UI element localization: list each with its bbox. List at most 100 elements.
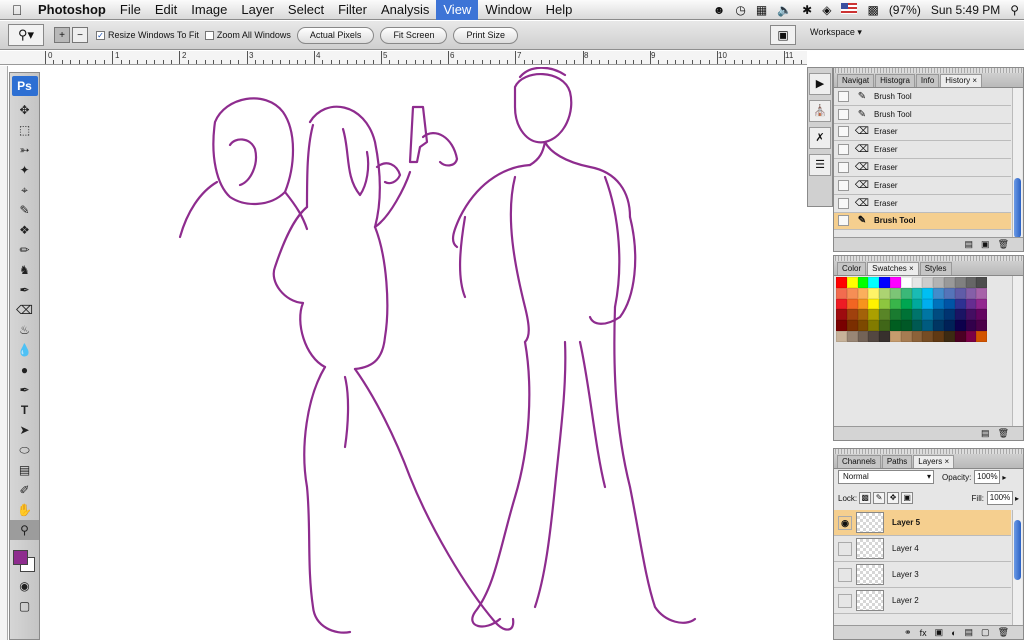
menu-layer[interactable]: Layer	[234, 0, 281, 20]
tab-channels[interactable]: Channels	[837, 455, 881, 468]
color-swatch[interactable]	[857, 320, 869, 331]
resize-windows-checkbox[interactable]: ✓ Resize Windows To Fit	[96, 30, 199, 40]
lasso-tool-icon[interactable]: ➳	[10, 140, 39, 160]
type-tool-icon[interactable]: T	[10, 400, 39, 420]
trash-icon[interactable]: 🗑	[998, 627, 1009, 638]
history-item[interactable]: ⌫ Eraser	[834, 159, 1011, 177]
tab-navigator[interactable]: Navigat	[837, 74, 875, 87]
history-item[interactable]: ✎ Brush Tool	[834, 212, 1011, 231]
color-swatch[interactable]	[889, 287, 901, 299]
color-swatch[interactable]	[857, 330, 869, 342]
color-swatch[interactable]	[836, 330, 847, 342]
color-swatch[interactable]	[889, 298, 901, 310]
eraser-tool-icon[interactable]: ⌫	[10, 300, 39, 320]
panel-grip[interactable]	[834, 449, 1023, 454]
color-swatch[interactable]	[836, 277, 847, 288]
link-layers-icon[interactable]: ⚭	[904, 627, 912, 638]
lock-position-icon[interactable]: ✥	[887, 492, 900, 504]
workspace-menu[interactable]: Workspace ▾	[810, 27, 862, 38]
menu-analysis[interactable]: Analysis	[374, 0, 436, 20]
menu-view[interactable]: View	[436, 0, 479, 20]
history-checkbox[interactable]	[838, 197, 849, 209]
clone-stamp-tool-icon[interactable]: ♞	[10, 260, 39, 280]
bluetooth-icon[interactable]: ✱	[797, 3, 817, 17]
color-swatch[interactable]	[943, 298, 955, 310]
layer-name[interactable]: Layer 2	[892, 596, 919, 605]
zoom-out-icon[interactable]: −	[72, 27, 88, 43]
color-swatch[interactable]	[933, 277, 944, 288]
color-swatch[interactable]	[954, 320, 966, 331]
color-swatch[interactable]	[879, 309, 890, 321]
zoom-tool-icon[interactable]: ⚲	[10, 520, 39, 540]
fill-input[interactable]: 100%	[986, 491, 1013, 505]
lock-transparency-icon[interactable]: ▩	[859, 492, 872, 504]
color-swatch[interactable]	[900, 277, 912, 288]
eyedropper-tool-icon[interactable]: ✐	[10, 480, 39, 500]
layer-mask-icon[interactable]: ▣	[935, 627, 944, 638]
color-swatch[interactable]	[933, 298, 944, 310]
new-group-icon[interactable]: ▤	[965, 627, 974, 638]
color-swatch[interactable]	[976, 298, 988, 310]
pen-tool-icon[interactable]: ✒	[10, 380, 39, 400]
color-swatch[interactable]	[911, 330, 923, 342]
color-swatch[interactable]	[954, 298, 966, 310]
menu-select[interactable]: Select	[281, 0, 331, 20]
color-swatch[interactable]	[836, 287, 847, 299]
color-swatch[interactable]	[846, 298, 858, 310]
fx-icon[interactable]: fx	[920, 628, 927, 638]
scrollbar-thumb[interactable]	[1014, 178, 1021, 238]
color-swatch[interactable]	[911, 277, 923, 288]
color-swatch[interactable]	[868, 330, 880, 342]
screen-mode-icon[interactable]: ▢	[10, 596, 39, 616]
scrollbar-thumb[interactable]	[1014, 520, 1021, 580]
history-scrollbar[interactable]	[1012, 88, 1022, 238]
fill-arrow-icon[interactable]: ▸	[1015, 494, 1019, 503]
panel-grip[interactable]	[834, 68, 1023, 73]
color-swatch[interactable]	[868, 298, 880, 310]
trash-icon[interactable]: 🗑	[998, 428, 1009, 439]
history-item[interactable]: ✎ Brush Tool	[834, 88, 1011, 106]
menu-window[interactable]: Window	[478, 0, 538, 20]
color-swatch[interactable]	[922, 330, 934, 342]
color-swatch[interactable]	[846, 287, 858, 299]
menu-help[interactable]: Help	[539, 0, 580, 20]
menu-image[interactable]: Image	[184, 0, 234, 20]
color-swatch[interactable]	[889, 277, 901, 288]
print-size-button[interactable]: Print Size	[453, 26, 518, 44]
time-machine-icon[interactable]: ◷	[730, 3, 750, 17]
color-swatch[interactable]	[889, 309, 901, 321]
color-swatch[interactable]	[879, 320, 890, 331]
layer-name[interactable]: Layer 3	[892, 570, 919, 579]
dodge-tool-icon[interactable]: ●	[10, 360, 39, 380]
history-item[interactable]: ✎ Brush Tool	[834, 106, 1011, 124]
color-swatch[interactable]	[965, 320, 977, 331]
menu-file[interactable]: File	[113, 0, 148, 20]
color-swatch[interactable]	[879, 298, 890, 310]
color-swatch[interactable]	[965, 330, 977, 342]
tab-history[interactable]: History ×	[940, 74, 983, 87]
foreground-color-swatch[interactable]	[13, 550, 28, 565]
color-swatch[interactable]	[976, 287, 988, 299]
color-swatch[interactable]	[868, 309, 880, 321]
color-swatch[interactable]	[922, 298, 934, 310]
marquee-tool-icon[interactable]: ⬚	[10, 120, 39, 140]
visibility-eye-icon[interactable]	[838, 541, 852, 556]
color-swatch[interactable]	[943, 277, 955, 288]
color-swatch[interactable]	[846, 330, 858, 342]
color-swatch[interactable]	[954, 287, 966, 299]
color-swatch[interactable]	[900, 298, 912, 310]
tab-swatches[interactable]: Swatches ×	[867, 262, 919, 275]
apple-icon[interactable]: 	[0, 2, 34, 18]
color-swatch[interactable]	[836, 320, 847, 331]
layer-name[interactable]: Layer 4	[892, 544, 919, 553]
history-checkbox[interactable]	[838, 144, 849, 156]
new-snapshot-icon[interactable]: ▣	[981, 239, 990, 250]
layer-name[interactable]: Layer 5	[892, 518, 920, 527]
hand-tool-icon[interactable]: ✋	[10, 500, 39, 520]
wifi-icon[interactable]: ◈	[817, 3, 836, 17]
flag-icon[interactable]	[836, 3, 862, 17]
menu-filter[interactable]: Filter	[331, 0, 374, 20]
color-swatch[interactable]	[900, 309, 912, 321]
visibility-eye-icon[interactable]	[838, 567, 852, 582]
color-swatch[interactable]	[857, 298, 869, 310]
